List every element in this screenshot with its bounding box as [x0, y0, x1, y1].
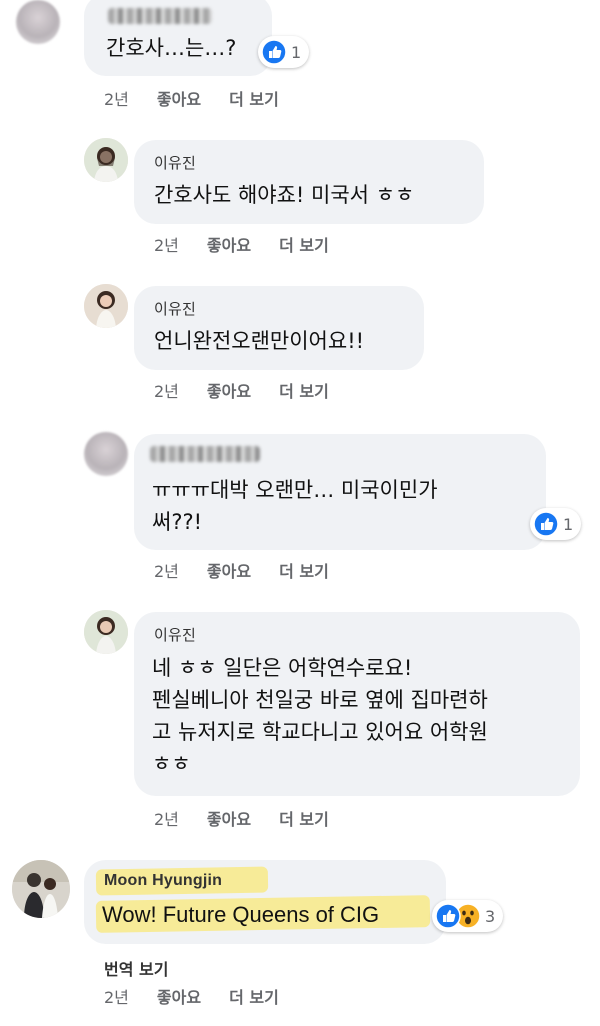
- comment-text: 네 ㅎㅎ 일단은 어학연수로요! 펜실베니아 천일궁 바로 옆에 집마련하 고 …: [152, 656, 488, 776]
- avatar[interactable]: [16, 0, 60, 44]
- avatar[interactable]: [84, 432, 128, 476]
- comment-author[interactable]: [150, 446, 260, 462]
- comment-author[interactable]: Moon Hyungjin: [104, 872, 222, 890]
- like-button[interactable]: 좋아요: [207, 236, 251, 255]
- reaction-summary[interactable]: 1: [530, 508, 582, 540]
- reaction-summary[interactable]: 3: [432, 900, 504, 932]
- like-button[interactable]: 좋아요: [207, 562, 251, 581]
- comment-text: 간호사…는…?: [106, 36, 237, 60]
- comment-meta: 2년 좋아요 더 보기: [104, 984, 307, 1008]
- avatar[interactable]: [84, 284, 128, 328]
- thumbs-up-icon: [435, 903, 461, 929]
- more-button[interactable]: 더 보기: [229, 988, 279, 1007]
- thumbs-up-icon: [261, 39, 287, 65]
- more-button[interactable]: 더 보기: [279, 382, 329, 401]
- like-button[interactable]: 좋아요: [157, 90, 201, 109]
- more-button[interactable]: 더 보기: [279, 810, 329, 829]
- avatar[interactable]: [12, 860, 70, 918]
- translate-button[interactable]: 번역 보기: [104, 956, 168, 980]
- thumbs-up-icon: [533, 511, 559, 537]
- comment-author[interactable]: 이유진: [154, 152, 196, 173]
- more-button[interactable]: 더 보기: [279, 562, 329, 581]
- comment-meta: 2년 좋아요 더 보기: [154, 378, 357, 402]
- comment-text: 간호사도 해야죠! 미국서 ㅎㅎ: [154, 183, 415, 207]
- reaction-count: 1: [563, 514, 574, 534]
- comment-meta: 2년 좋아요 더 보기: [104, 86, 307, 110]
- reaction-summary[interactable]: 1: [258, 36, 310, 68]
- comment-text: ㅠㅠㅠ대박 오랜만… 미국이민가 써??!: [152, 478, 438, 534]
- avatar[interactable]: [84, 138, 128, 182]
- reaction-count: 1: [291, 42, 302, 62]
- comment-time[interactable]: 2년: [154, 562, 179, 581]
- like-button[interactable]: 좋아요: [157, 988, 201, 1007]
- comment-time[interactable]: 2년: [154, 236, 179, 255]
- more-button[interactable]: 더 보기: [279, 236, 329, 255]
- comment-time[interactable]: 2년: [154, 382, 179, 401]
- reaction-count: 3: [485, 906, 496, 926]
- comment-author[interactable]: 이유진: [154, 624, 196, 645]
- comment-meta: 2년 좋아요 더 보기: [154, 806, 357, 830]
- like-button[interactable]: 좋아요: [207, 810, 251, 829]
- comment-author[interactable]: 이유진: [154, 298, 196, 319]
- more-button[interactable]: 더 보기: [229, 90, 279, 109]
- comment-meta: 2년 좋아요 더 보기: [154, 232, 357, 256]
- avatar[interactable]: [84, 610, 128, 654]
- comment-time[interactable]: 2년: [104, 988, 129, 1007]
- comment-meta: 2년 좋아요 더 보기: [154, 558, 357, 582]
- comment-time[interactable]: 2년: [154, 810, 179, 829]
- comment-text: 언니완전오랜만이어요!!: [154, 329, 365, 353]
- comment-text: Wow! Future Queens of CIG: [102, 902, 380, 927]
- like-button[interactable]: 좋아요: [207, 382, 251, 401]
- comment-author[interactable]: [108, 8, 212, 24]
- comment-time[interactable]: 2년: [104, 90, 129, 109]
